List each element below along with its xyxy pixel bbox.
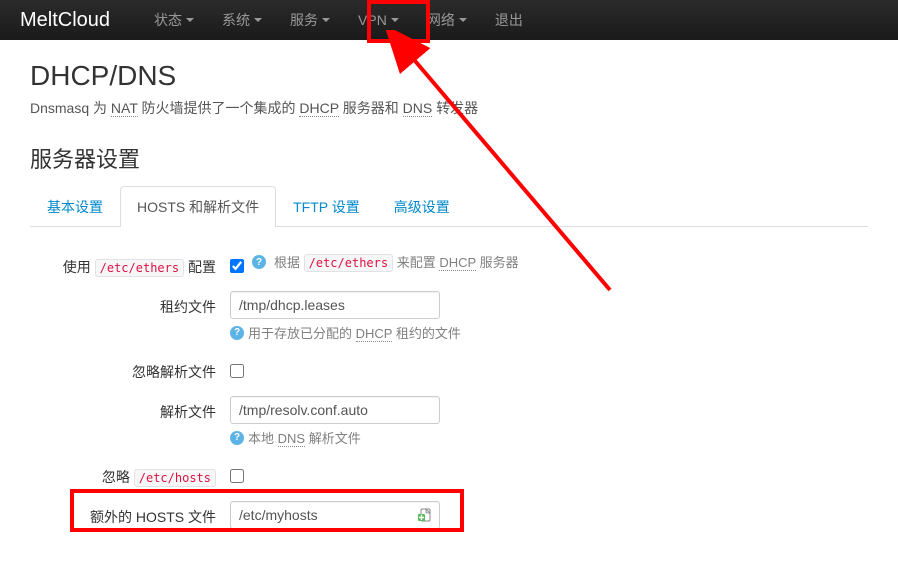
- caret-icon: [459, 18, 467, 22]
- row-ignore-hosts: 忽略 /etc/hosts: [30, 461, 868, 487]
- nav-item-status[interactable]: 状态: [140, 0, 208, 40]
- nav-item-logout[interactable]: 退出: [481, 0, 537, 40]
- help-icon: ?: [252, 255, 266, 269]
- help-icon: ?: [230, 431, 244, 445]
- top-navbar: MeltCloud 状态 系统 服务 VPN 网络 退出: [0, 0, 898, 40]
- help-icon: ?: [230, 326, 244, 340]
- nav-item-services[interactable]: 服务: [276, 0, 344, 40]
- abbr-nat: NAT: [111, 100, 138, 117]
- row-resolv-file: 解析文件 ? 本地 DNS 解析文件: [30, 396, 868, 447]
- label-resolv-file: 解析文件: [30, 396, 230, 422]
- nav-items: 状态 系统 服务 VPN 网络 退出: [140, 0, 537, 40]
- tab-advanced[interactable]: 高级设置: [377, 186, 467, 227]
- help-use-ethers: 根据 /etc/ethers 来配置 DHCP 服务器: [274, 252, 519, 272]
- label-ignore-hosts: 忽略 /etc/hosts: [30, 461, 230, 487]
- caret-icon: [322, 18, 330, 22]
- input-extra-hosts[interactable]: [230, 501, 440, 529]
- input-lease-file[interactable]: [230, 291, 440, 319]
- tab-hosts-resolv[interactable]: HOSTS 和解析文件: [120, 186, 276, 227]
- tab-tftp[interactable]: TFTP 设置: [276, 186, 377, 227]
- checkbox-ignore-hosts[interactable]: [230, 469, 244, 483]
- checkbox-use-ethers[interactable]: [230, 259, 244, 273]
- row-ignore-resolv: 忽略解析文件: [30, 356, 868, 382]
- caret-icon: [186, 18, 194, 22]
- main-container: DHCP/DNS Dnsmasq 为 NAT 防火墙提供了一个集成的 DHCP …: [0, 40, 898, 563]
- section-title: 服务器设置: [30, 142, 868, 174]
- caret-icon: [254, 18, 262, 22]
- row-lease-file: 租约文件 ? 用于存放已分配的 DHCP 租约的文件: [30, 291, 868, 342]
- label-lease-file: 租约文件: [30, 291, 230, 317]
- page-title: DHCP/DNS: [30, 60, 868, 92]
- help-lease-file: ? 用于存放已分配的 DHCP 租约的文件: [230, 323, 868, 342]
- label-ignore-resolv: 忽略解析文件: [30, 356, 230, 382]
- page-subtitle: Dnsmasq 为 NAT 防火墙提供了一个集成的 DHCP 服务器和 DNS …: [30, 98, 868, 118]
- abbr-dns: DNS: [403, 100, 433, 117]
- checkbox-ignore-resolv[interactable]: [230, 364, 244, 378]
- row-extra-hosts: 额外的 HOSTS 文件: [30, 501, 868, 529]
- settings-tabs: 基本设置 HOSTS 和解析文件 TFTP 设置 高级设置: [30, 186, 868, 227]
- label-use-ethers: 使用 /etc/ethers 配置: [30, 251, 230, 277]
- nav-item-system[interactable]: 系统: [208, 0, 276, 40]
- brand-logo[interactable]: MeltCloud: [20, 9, 110, 32]
- row-use-ethers: 使用 /etc/ethers 配置 ? 根据 /etc/ethers 来配置 D…: [30, 251, 868, 277]
- help-resolv-file: ? 本地 DNS 解析文件: [230, 428, 868, 447]
- abbr-dhcp: DHCP: [299, 100, 338, 117]
- input-resolv-file[interactable]: [230, 396, 440, 424]
- label-extra-hosts: 额外的 HOSTS 文件: [30, 501, 230, 527]
- nav-item-network[interactable]: 网络: [413, 0, 481, 40]
- add-file-icon[interactable]: [418, 507, 434, 523]
- form-content: 使用 /etc/ethers 配置 ? 根据 /etc/ethers 来配置 D…: [30, 251, 868, 529]
- caret-icon: [391, 18, 399, 22]
- tab-basic[interactable]: 基本设置: [30, 186, 120, 227]
- nav-item-vpn[interactable]: VPN: [344, 2, 413, 38]
